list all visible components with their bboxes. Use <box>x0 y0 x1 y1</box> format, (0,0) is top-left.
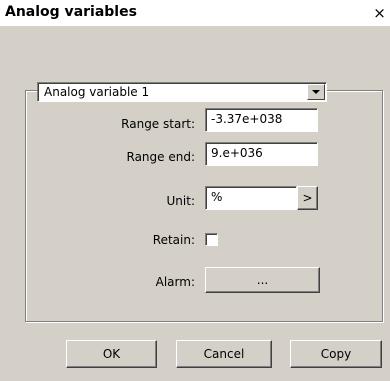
unit-input[interactable]: % <box>205 186 297 210</box>
retain-checkbox[interactable] <box>205 233 218 246</box>
ok-button[interactable]: OK <box>66 340 157 368</box>
title-bar: Analog variables × <box>0 0 390 26</box>
chevron-down-icon <box>312 90 320 94</box>
unit-picker-button[interactable]: > <box>297 186 318 210</box>
range-end-input[interactable]: 9.e+036 <box>205 142 318 166</box>
variable-select[interactable]: Analog variable 1 <box>37 82 327 102</box>
window-title: Analog variables <box>5 4 137 20</box>
alarm-button[interactable]: ... <box>205 267 320 293</box>
dropdown-button[interactable] <box>307 84 325 100</box>
range-end-label: Range end: <box>126 150 196 164</box>
retain-label: Retain: <box>152 233 195 247</box>
range-start-label: Range start: <box>121 117 195 131</box>
unit-label: Unit: <box>166 194 195 208</box>
close-icon[interactable]: × <box>371 5 388 21</box>
alarm-label: Alarm: <box>155 275 195 289</box>
copy-button[interactable]: Copy <box>290 340 382 368</box>
cancel-button[interactable]: Cancel <box>176 340 272 368</box>
range-start-input[interactable]: -3.37e+038 <box>205 108 318 132</box>
variable-select-value: Analog variable 1 <box>44 85 150 99</box>
